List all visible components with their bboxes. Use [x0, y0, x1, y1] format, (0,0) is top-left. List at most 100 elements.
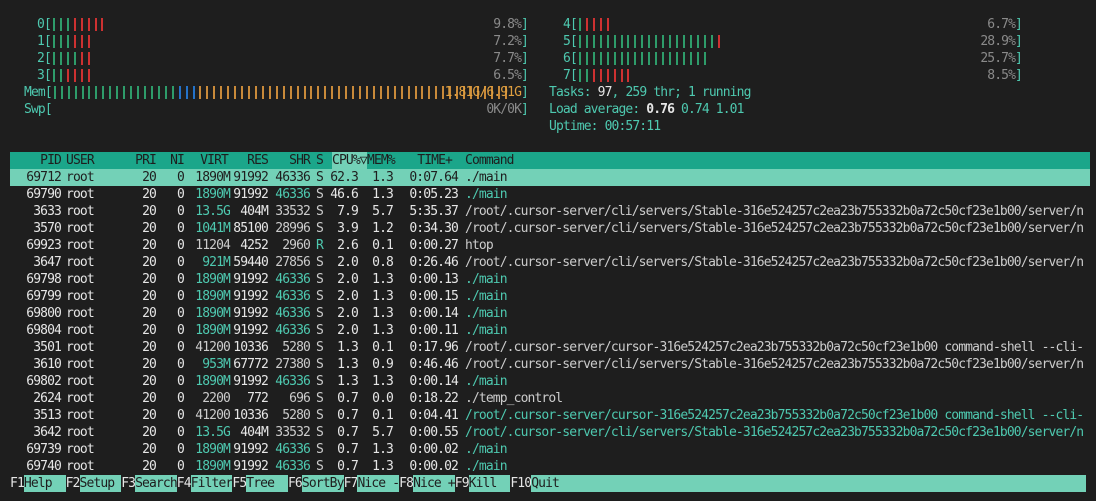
fkey-filter[interactable]: F4 Filter	[177, 475, 233, 492]
cell-cpu: 0.7	[337, 442, 359, 457]
cell-cpu: 3.9	[337, 221, 359, 236]
column-header-pid[interactable]: PID	[40, 152, 62, 169]
cell-pri: 20	[142, 357, 157, 372]
process-row[interactable]: 3647 root 20 0 921M 59440 27856 S 2.0 0.8 0:26.46 /…	[10, 254, 1090, 271]
cell-shr: 33532	[275, 204, 311, 219]
uptime-meter: Uptime: 00:57:11	[549, 118, 661, 135]
meter-bar-segment	[379, 86, 382, 99]
cell-mem: 0.1	[372, 238, 394, 253]
process-row[interactable]: 69712 root 20 0 1890M 91992 46336 S 62.3 1.3 0:07.…	[10, 169, 1090, 186]
meter-bar-segment	[648, 35, 651, 48]
cell-ni: 0	[177, 374, 185, 389]
fkey-number: F5	[232, 476, 247, 491]
cell-virt: 2200	[202, 391, 231, 406]
process-row[interactable]: 69800 root 20 0 1890M 91992 46336 S 2.0 1.3 0:00.1…	[10, 305, 1090, 322]
process-row[interactable]: 3642 root 20 0 13.5G 404M 33532 S 0.7 5.7 0:00.55 /…	[10, 424, 1090, 441]
process-row[interactable]: 69923 root 20 0 11204 4252 2960 R 2.6 0.1 0:00.27 h…	[10, 237, 1090, 254]
meter-open-bracket: [	[44, 85, 53, 100]
cell-shr: 46336	[275, 170, 311, 185]
process-row[interactable]: 3633 root 20 0 13.5G 404M 33532 S 7.9 5.7 5:35.37 /…	[10, 203, 1090, 220]
fkey-quit[interactable]: F10 Quit	[510, 475, 1087, 492]
fkey-tree[interactable]: F5 Tree	[232, 475, 288, 492]
cell-ni: 0	[177, 442, 185, 457]
meter-bar	[578, 67, 635, 84]
meter-bar-segment	[324, 86, 327, 99]
cell-command: ./main	[465, 306, 508, 321]
meter-bar-segment	[585, 69, 588, 82]
fkey-nice-minus[interactable]: F7 Nice -	[344, 475, 400, 492]
process-row[interactable]: 69739 root 20 0 1890M 91992 46336 S 0.7 1.3 0:00.0…	[10, 441, 1090, 458]
meter-bar	[578, 50, 711, 67]
cell-command: ./main	[465, 170, 508, 185]
cell-s: S	[316, 391, 324, 406]
process-row[interactable]: 2624 root 20 0 2200 772 696 S 0.7 0.0 0:18.22 ./tem…	[10, 390, 1090, 407]
column-header-s[interactable]: S	[316, 152, 324, 169]
cell-res: 4252	[240, 238, 269, 253]
meter-bar-segment	[620, 52, 623, 65]
cell-pid: 3570	[33, 221, 62, 236]
column-header-user[interactable]: USER	[66, 152, 95, 169]
cell-pid: 69802	[26, 374, 62, 389]
column-header-res[interactable]: RES	[247, 152, 269, 169]
process-row[interactable]: 3513 root 20 0 41200 10336 5280 S 0.7 0.1 0:04.41 /…	[10, 407, 1090, 424]
cell-time: 0:46.46	[409, 357, 459, 372]
cell-pid: 2624	[33, 391, 62, 406]
cell-virt: 1041M	[195, 221, 231, 236]
process-row[interactable]: 69798 root 20 0 1890M 91992 46336 S 2.0 1.3 0:00.1…	[10, 271, 1090, 288]
process-row[interactable]: 69799 root 20 0 1890M 91992 46336 S 2.0 1.3 0:00.1…	[10, 288, 1090, 305]
fkey-label: Nice +	[413, 475, 456, 492]
cell-mem: 1.3	[372, 187, 394, 202]
load-15min: 1.01	[715, 102, 745, 117]
fkey-label: Search	[135, 475, 178, 492]
meter-bar-segment	[599, 18, 602, 31]
column-header-time[interactable]: TIME+	[417, 152, 453, 169]
cell-command: ./main	[465, 187, 508, 202]
cell-mem: 1.3	[372, 170, 394, 185]
column-header-ni[interactable]: NI	[170, 152, 185, 169]
process-row[interactable]: 69790 root 20 0 1890M 91992 46336 S 46.6 1.3 0:05.…	[10, 186, 1090, 203]
column-header-mem[interactable]: MEM%	[367, 152, 396, 169]
fkey-setup[interactable]: F2 Setup	[66, 475, 122, 492]
cell-res: 91992	[233, 442, 269, 457]
cell-time: 0:00.15	[409, 289, 459, 304]
fkey-kill[interactable]: F9 Kill	[455, 475, 511, 492]
fkey-sortby[interactable]: F6 SortBy	[288, 475, 344, 492]
cell-user: root	[66, 204, 95, 219]
column-header-cpu[interactable]: CPU%▽	[332, 152, 368, 169]
meter-bar-segment	[178, 86, 181, 99]
cell-ni: 0	[177, 459, 185, 474]
column-header-pri[interactable]: PRI	[135, 152, 157, 169]
process-row[interactable]: 3570 root 20 0 1041M 85100 28996 S 3.9 1.2 0:34.30…	[10, 220, 1090, 237]
meter-bar	[53, 84, 512, 101]
cell-mem: 1.2	[372, 221, 394, 236]
fkey-help[interactable]: F1 Help	[10, 475, 66, 492]
column-header-shr[interactable]: SHR	[289, 152, 311, 169]
process-row[interactable]: 69740 root 20 0 1890M 91992 46336 S 0.7 1.3 0:00.0…	[10, 458, 1090, 475]
meter-bar-segment	[592, 69, 595, 82]
cell-virt: 1890M	[195, 272, 231, 287]
cell-command: ./main	[465, 272, 508, 287]
column-header-virt[interactable]: VIRT	[200, 152, 229, 169]
cell-s: S	[316, 323, 324, 338]
process-row[interactable]: 69802 root 20 0 1890M 91992 46336 S 1.3 1.3 0:00.1…	[10, 373, 1090, 390]
cell-shr: 46336	[275, 442, 311, 457]
meter-bar-segment	[606, 35, 609, 48]
fkey-nice-plus[interactable]: F8 Nice +	[399, 475, 456, 492]
cell-pid: 69798	[26, 272, 62, 287]
meter-bar-segment	[143, 86, 146, 99]
cell-time: 0:34.30	[409, 221, 459, 236]
process-row[interactable]: 69804 root 20 0 1890M 91992 46336 S 2.0 1.3 0:00.1…	[10, 322, 1090, 339]
process-row[interactable]: 3610 root 20 0 953M 67772 27380 S 1.3 0.9 0:46.46 /…	[10, 356, 1090, 373]
meter-bar-segment	[400, 86, 403, 99]
cell-ni: 0	[177, 340, 185, 355]
fkey-search[interactable]: F3 Search	[121, 475, 178, 492]
cell-pid: 3633	[33, 204, 62, 219]
column-header-command[interactable]: Command	[465, 152, 515, 169]
cell-cpu: 1.3	[337, 357, 359, 372]
cpu-meter-4: 4[6.7%]	[0, 16, 1096, 33]
meter-bar-segment	[317, 86, 320, 99]
process-row[interactable]: 3501 root 20 0 41200 10336 5280 S 1.3 0.1 0:17.96 /…	[10, 339, 1090, 356]
meter-close-bracket: ]	[1015, 68, 1023, 83]
cell-pid: 69923	[26, 238, 62, 253]
cell-ni: 0	[177, 255, 185, 270]
